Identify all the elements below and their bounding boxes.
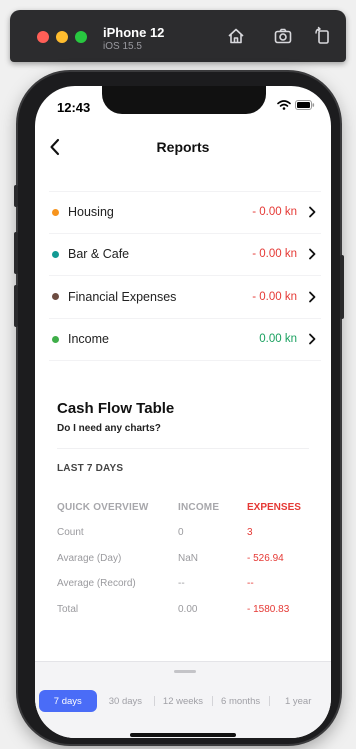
row-expenses: - 1580.83 (247, 603, 290, 615)
notch (102, 86, 266, 114)
table-row: Total 0.00 - 1580.83 (57, 597, 317, 623)
status-time: 12:43 (57, 100, 91, 115)
chevron-right-icon (309, 291, 316, 303)
category-color-dot (52, 293, 59, 301)
category-amount: - 0.00 kn (252, 248, 297, 261)
category-label: Housing (68, 205, 114, 220)
table-row: Avarage (Day) NaN - 526.94 (57, 546, 317, 572)
period-option-6-months[interactable]: 6 months (211, 690, 270, 712)
row-income: 0.00 (178, 603, 198, 615)
category-row-financial-expenses[interactable]: Financial Expenses - 0.00 kn (49, 276, 321, 319)
row-expenses: -- (247, 578, 254, 590)
category-list: Housing - 0.00 kn Bar & Cafe - 0.00 kn F… (49, 191, 321, 361)
period-option-1-year[interactable]: 1 year (269, 690, 327, 712)
page-title: Reports (156, 139, 210, 155)
category-label: Income (68, 332, 109, 347)
row-income: NaN (178, 552, 199, 564)
mute-switch (14, 185, 18, 207)
cash-flow-title: Cash Flow Table (57, 400, 175, 417)
cash-flow-table: QUICK OVERVIEW INCOME EXPENSES Count 0 3… (57, 498, 317, 622)
row-expenses: - 526.94 (247, 552, 284, 564)
row-income: -- (178, 578, 185, 590)
zoom-window-button[interactable] (75, 31, 87, 43)
os-version: iOS 15.5 (103, 41, 142, 52)
home-indicator (130, 733, 236, 737)
chevron-right-icon (309, 333, 316, 345)
category-amount: 0.00 kn (259, 333, 297, 346)
row-expenses: 3 (247, 527, 253, 539)
period-option-7-days[interactable]: 7 days (39, 690, 97, 712)
header-quick-overview: QUICK OVERVIEW (57, 501, 149, 513)
period-option-12-weeks[interactable]: 12 weeks (154, 690, 212, 712)
device-name: iPhone 12 (103, 25, 165, 40)
cash-flow-subtitle: Do I need any charts? (57, 423, 161, 434)
header-income: INCOME (178, 501, 220, 513)
category-amount: - 0.00 kn (252, 206, 297, 219)
row-label: Count (57, 527, 84, 539)
volume-down-button (14, 285, 18, 327)
row-label: Average (Record) (57, 578, 136, 590)
wifi-icon (277, 100, 291, 110)
category-color-dot (52, 208, 59, 216)
chevron-right-icon (309, 206, 316, 218)
category-color-dot (52, 335, 59, 343)
bottom-sheet: 7 days 30 days 12 weeks 6 months 1 year (35, 661, 331, 738)
category-row-income[interactable]: Income 0.00 kn (49, 319, 321, 361)
screenshot-icon[interactable] (272, 25, 294, 47)
category-label: Financial Expenses (68, 289, 177, 304)
volume-up-button (14, 232, 18, 274)
simulator-toolbar: iPhone 12 iOS 15.5 (10, 10, 346, 62)
category-row-bar-cafe[interactable]: Bar & Cafe - 0.00 kn (49, 234, 321, 276)
sheet-drag-handle[interactable] (174, 670, 196, 673)
row-income: 0 (178, 527, 184, 539)
close-window-button[interactable] (37, 31, 49, 43)
row-label: Avarage (Day) (57, 552, 122, 564)
header-expenses: EXPENSES (247, 501, 301, 513)
side-power-button (340, 255, 344, 319)
table-header: QUICK OVERVIEW INCOME EXPENSES (57, 498, 317, 516)
status-icons (277, 100, 315, 110)
period-selector: 7 days 30 days 12 weeks 6 months 1 year (39, 690, 327, 712)
category-amount: - 0.00 kn (252, 290, 297, 303)
phone-screen: 12:43 Reports Housing - 0.00 kn Bar & Ca… (35, 86, 331, 738)
chevron-right-icon (309, 248, 316, 260)
category-color-dot (52, 250, 59, 258)
minimize-window-button[interactable] (56, 31, 68, 43)
category-label: Bar & Cafe (68, 247, 130, 262)
table-row: Average (Record) -- -- (57, 571, 317, 597)
home-icon[interactable] (225, 25, 247, 47)
category-row-housing[interactable]: Housing - 0.00 kn (49, 191, 321, 234)
rotate-icon[interactable] (312, 25, 334, 47)
period-option-30-days[interactable]: 30 days (97, 690, 155, 712)
period-label: LAST 7 DAYS (57, 463, 124, 474)
divider (57, 448, 309, 449)
row-label: Total (57, 603, 79, 615)
table-row: Count 0 3 (57, 520, 317, 546)
battery-icon (295, 100, 315, 110)
